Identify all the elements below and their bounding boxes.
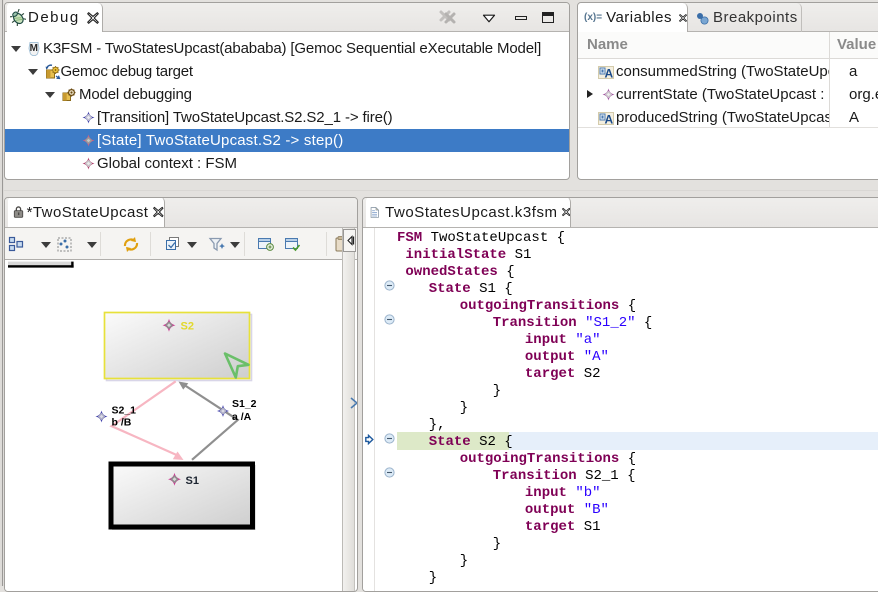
svg-text:S1_2: S1_2 [232, 398, 257, 410]
svg-text:M: M [30, 43, 38, 54]
svg-text:S2_1: S2_1 [112, 404, 137, 416]
svg-text:S1: S1 [186, 475, 199, 487]
svg-text:a /A: a /A [232, 411, 252, 423]
svg-text:A: A [605, 113, 614, 126]
svg-text:A: A [605, 67, 614, 80]
svg-text:b /B: b /B [112, 417, 132, 429]
svg-text:S2: S2 [181, 321, 194, 333]
